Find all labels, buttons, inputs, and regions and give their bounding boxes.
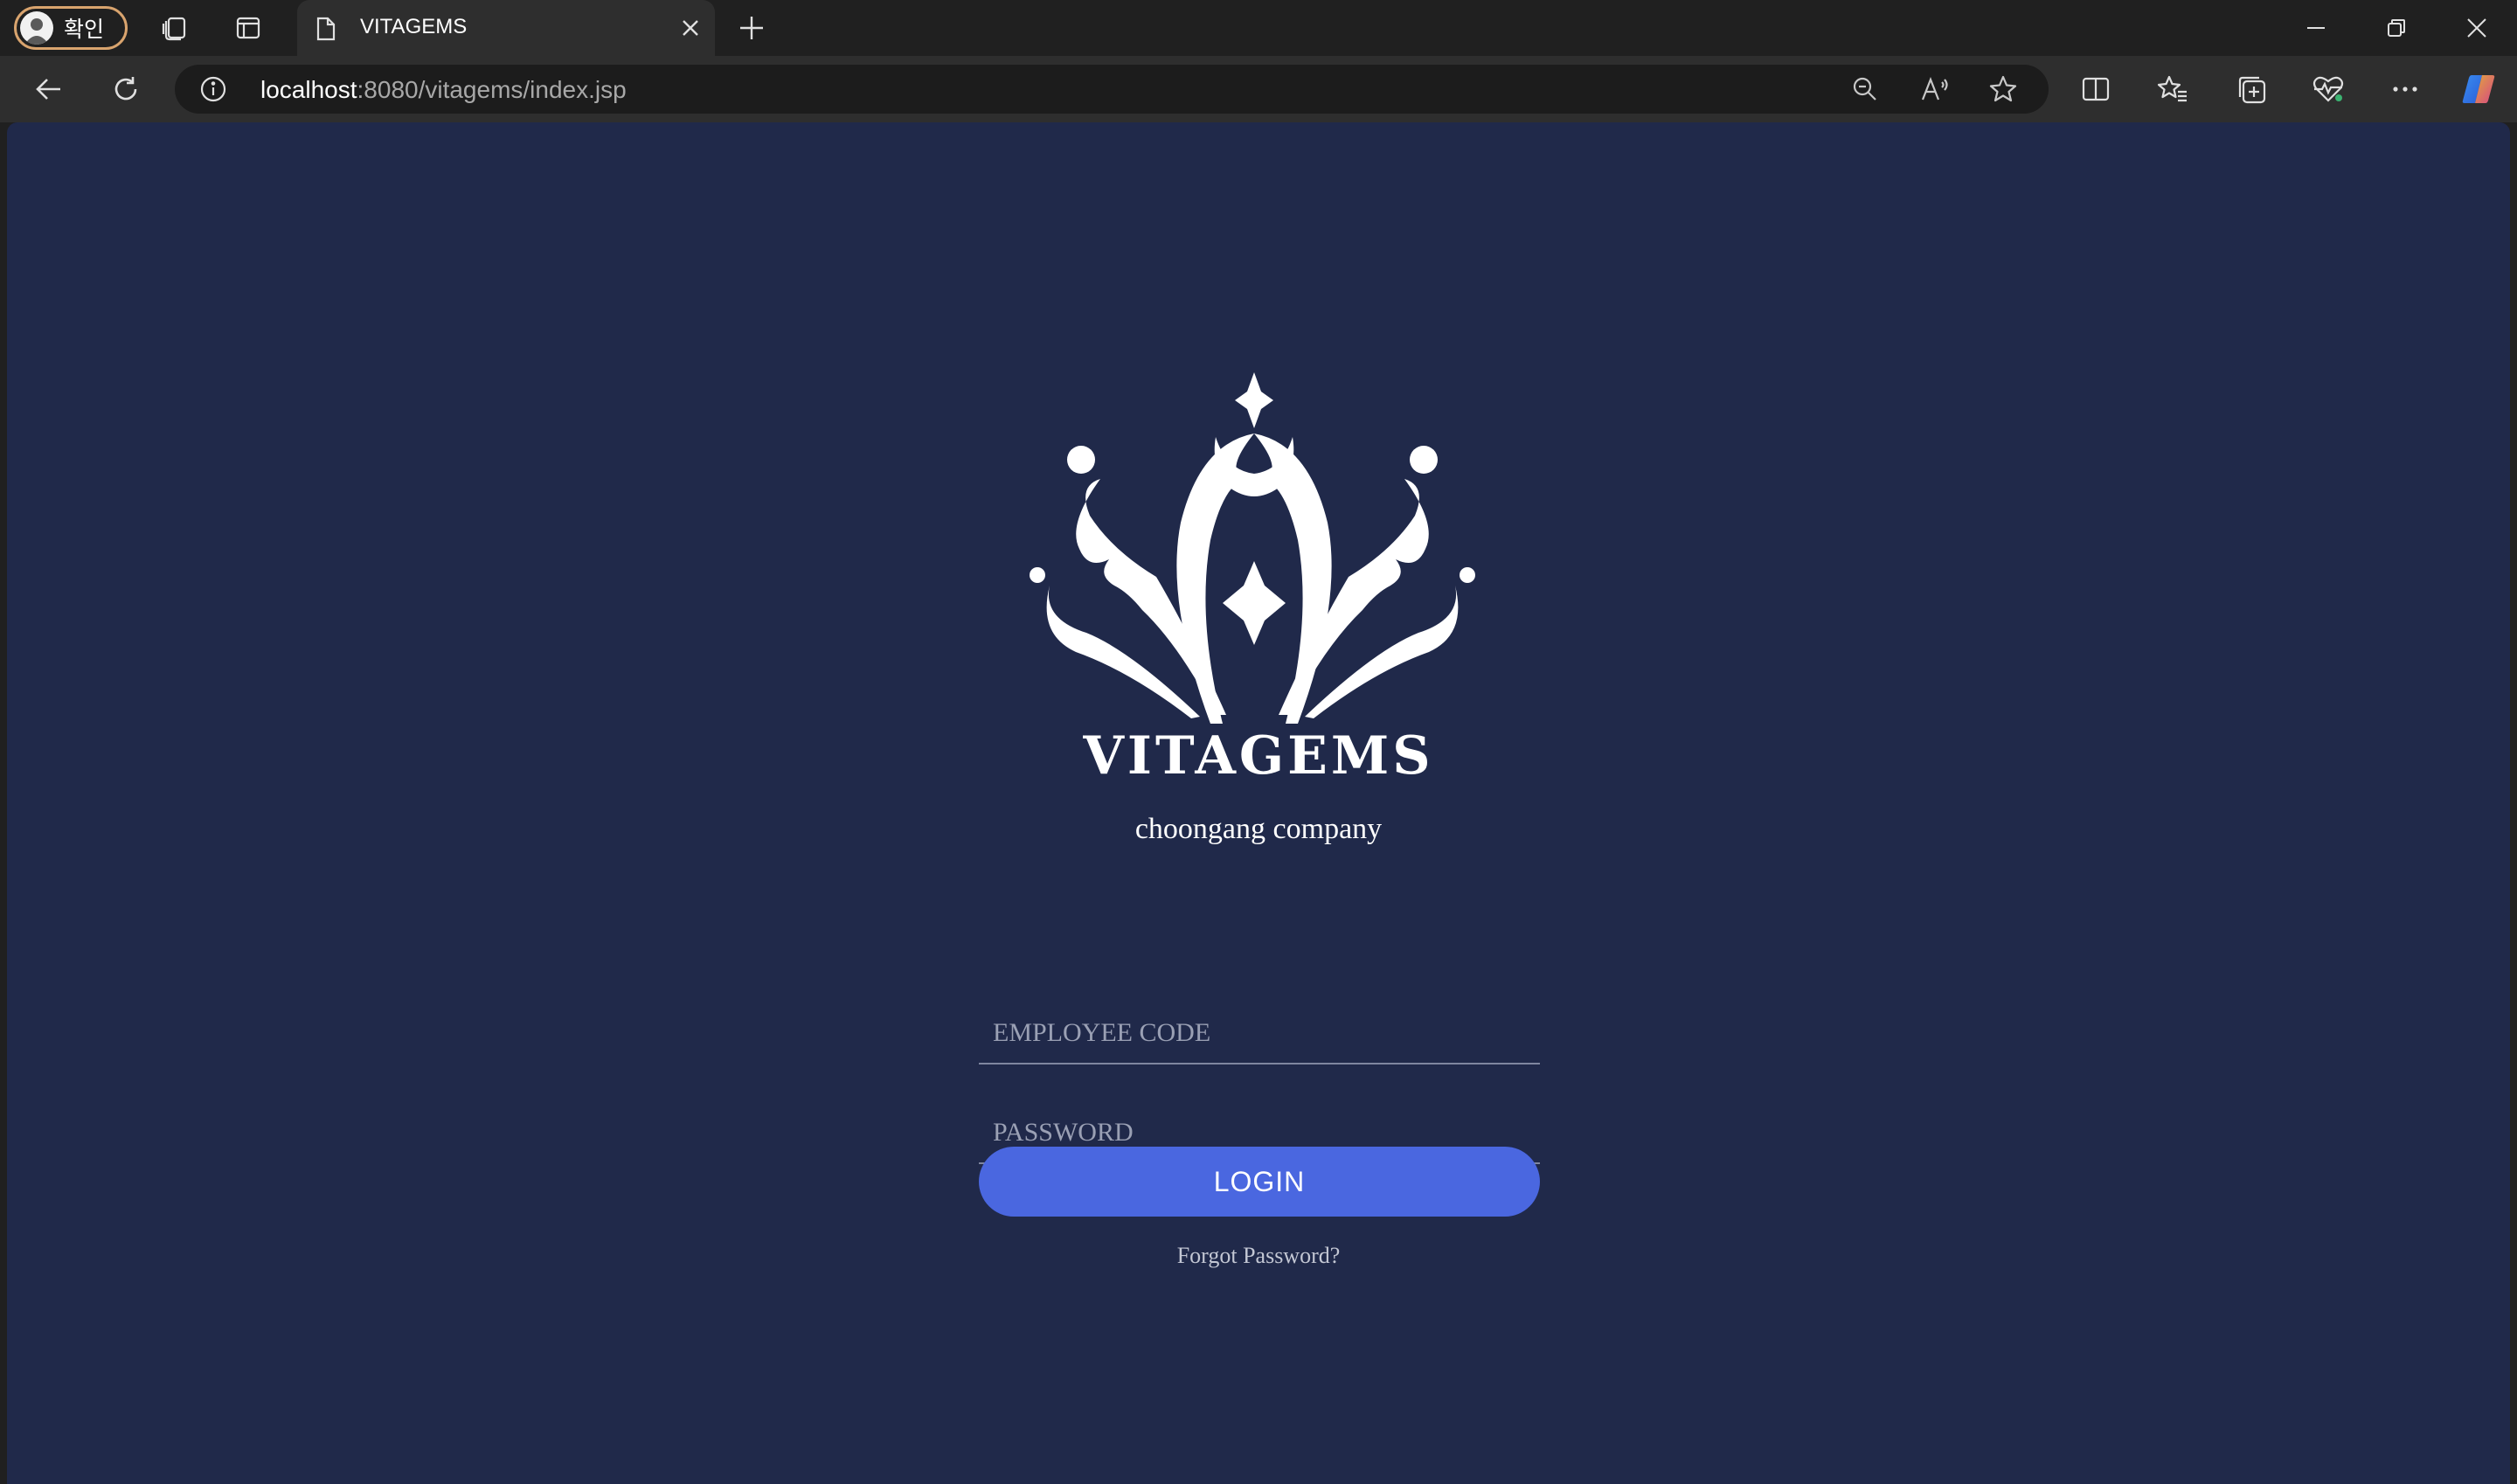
favorites-icon[interactable]	[2152, 68, 2194, 110]
profile-button[interactable]: 확인	[14, 6, 128, 50]
vitagems-logo	[1030, 372, 1475, 724]
close-icon[interactable]	[676, 14, 704, 42]
arrow-left-icon[interactable]	[28, 68, 70, 110]
refresh-icon[interactable]	[105, 68, 147, 110]
url-host: localhost	[260, 76, 357, 103]
tab-actions-icon[interactable]	[229, 9, 267, 47]
zoom-out-icon[interactable]	[1848, 72, 1883, 107]
forgot-password-link[interactable]: Forgot Password?	[7, 1243, 2510, 1269]
more-icon[interactable]	[2384, 68, 2426, 110]
restore-button[interactable]	[2356, 0, 2437, 56]
employee-code-input[interactable]	[979, 1003, 1540, 1064]
star-icon[interactable]	[1986, 72, 2021, 107]
login-button[interactable]: LOGIN	[979, 1147, 1540, 1217]
heart-pulse-icon[interactable]	[2307, 68, 2349, 110]
minimize-button[interactable]	[2276, 0, 2356, 56]
login-page: VITAGEMS choongang company LOGIN Forgot …	[7, 122, 2510, 1484]
brand-name: VITAGEMS	[1083, 725, 1434, 787]
avatar	[20, 11, 53, 45]
browser-toolbar: localhost:8080/vitagems/index.jsp	[0, 56, 2517, 122]
url-text: localhost:8080/vitagems/index.jsp	[260, 76, 627, 104]
url-path: :8080/vitagems/index.jsp	[357, 76, 627, 103]
workspaces-icon[interactable]	[156, 9, 194, 47]
tab-title: VITAGEMS	[360, 15, 468, 38]
collections-icon[interactable]	[2230, 68, 2272, 110]
close-window-button[interactable]	[2437, 0, 2517, 56]
info-icon[interactable]	[199, 75, 227, 103]
split-screen-icon[interactable]	[2075, 68, 2117, 110]
tab-strip: 확인 VITAGEMS	[0, 0, 2517, 56]
page-icon	[315, 16, 337, 46]
company-name: choongang company	[1134, 813, 1383, 845]
address-bar[interactable]: localhost:8080/vitagems/index.jsp	[175, 65, 2049, 114]
plus-icon[interactable]	[732, 9, 771, 47]
copilot-icon[interactable]	[2458, 68, 2500, 110]
active-tab[interactable]: VITAGEMS	[297, 0, 715, 56]
read-aloud-icon[interactable]	[1917, 72, 1952, 107]
profile-label: 확인	[64, 17, 105, 42]
